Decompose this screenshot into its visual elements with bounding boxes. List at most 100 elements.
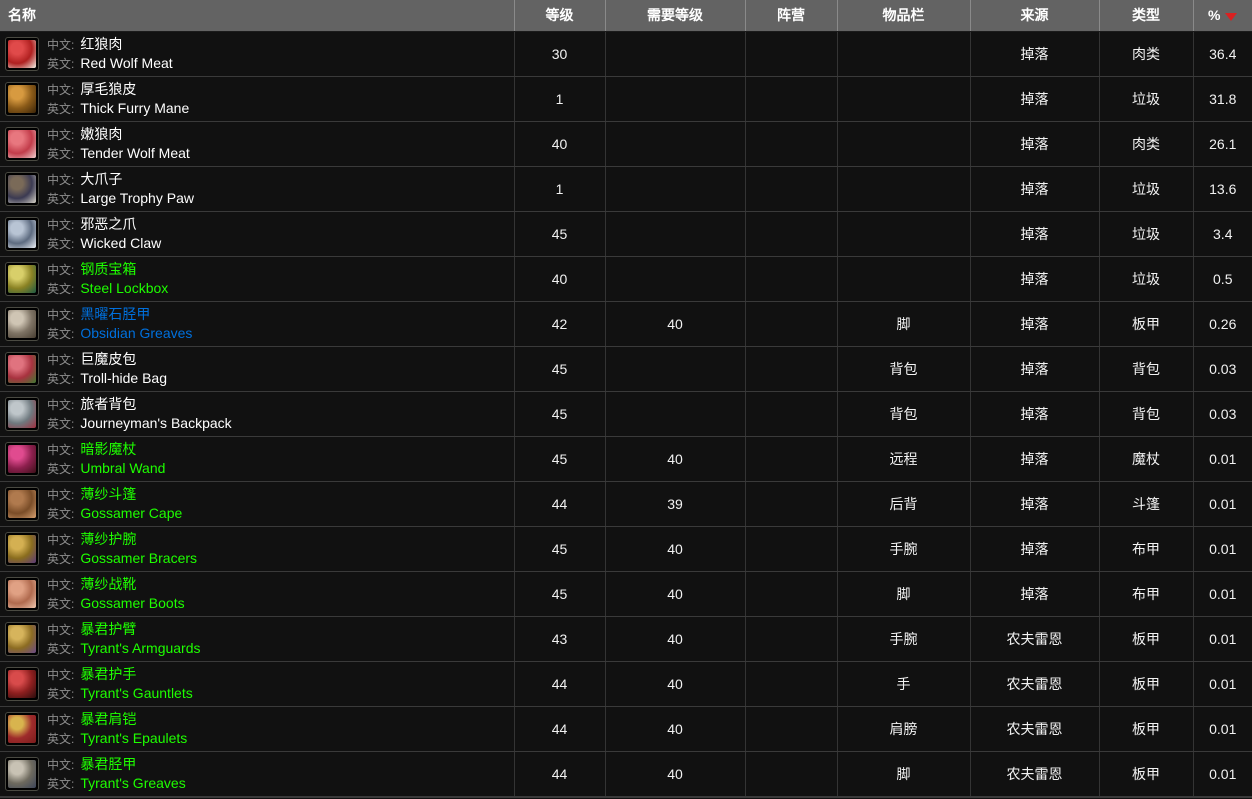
column-header-required-level[interactable]: 需要等级 xyxy=(605,0,746,32)
item-name-english[interactable]: Red Wolf Meat xyxy=(80,54,172,73)
table-row[interactable]: 中文: 嫩狼肉 英文: Tender Wolf Meat 40 掉落 肉类 26.1 xyxy=(0,121,1252,167)
cell-item-name[interactable]: 中文: 暴君护手 英文: Tyrant's Gauntlets xyxy=(0,661,515,707)
cell-item-name[interactable]: 中文: 厚毛狼皮 英文: Thick Furry Mane xyxy=(0,76,515,122)
table-row[interactable]: 中文: 大爪子 英文: Large Trophy Paw 1 掉落 垃圾 13.6 xyxy=(0,166,1252,212)
thick-furry-mane-icon[interactable] xyxy=(5,81,39,116)
item-name-english[interactable]: Umbral Wand xyxy=(80,459,165,478)
item-name-chinese[interactable]: 薄纱战靴 xyxy=(80,575,136,594)
item-name-chinese[interactable]: 大爪子 xyxy=(80,170,122,189)
gossamer-cape-icon[interactable] xyxy=(5,486,39,521)
item-name-english[interactable]: Tyrant's Epaulets xyxy=(80,729,187,748)
cell-item-name[interactable]: 中文: 旅者背包 英文: Journeyman's Backpack xyxy=(0,391,515,437)
cell-slot xyxy=(837,121,971,167)
item-name-english[interactable]: Obsidian Greaves xyxy=(80,324,192,343)
column-header-source[interactable]: 来源 xyxy=(970,0,1100,32)
cell-slot: 脚 xyxy=(837,301,971,347)
tyrants-greaves-icon[interactable] xyxy=(5,756,39,791)
item-name-chinese[interactable]: 暴君护手 xyxy=(80,665,136,684)
cell-item-name[interactable]: 中文: 薄纱护腕 英文: Gossamer Bracers xyxy=(0,526,515,572)
table-row[interactable]: 中文: 邪恶之爪 英文: Wicked Claw 45 掉落 垃圾 3.4 xyxy=(0,211,1252,257)
tyrants-gauntlets-icon[interactable] xyxy=(5,666,39,701)
item-name-english[interactable]: Large Trophy Paw xyxy=(80,189,194,208)
gossamer-bracers-icon[interactable] xyxy=(5,531,39,566)
cell-source: 农夫雷恩 xyxy=(970,751,1100,797)
item-name-chinese[interactable]: 旅者背包 xyxy=(80,395,136,414)
large-trophy-paw-icon[interactable] xyxy=(5,171,39,206)
table-row[interactable]: 中文: 钢质宝箱 英文: Steel Lockbox 40 掉落 垃圾 0.5 xyxy=(0,256,1252,302)
cell-item-name[interactable]: 中文: 邪恶之爪 英文: Wicked Claw xyxy=(0,211,515,257)
table-row[interactable]: 中文: 巨魔皮包 英文: Troll-hide Bag 45 背包 掉落 背包 0.03 xyxy=(0,346,1252,392)
cell-item-name[interactable]: 中文: 大爪子 英文: Large Trophy Paw xyxy=(0,166,515,212)
journeymans-backpack-icon[interactable] xyxy=(5,396,39,431)
tender-wolf-meat-icon[interactable] xyxy=(5,126,39,161)
obsidian-greaves-icon[interactable] xyxy=(5,306,39,341)
item-name-english[interactable]: Journeyman's Backpack xyxy=(80,414,231,433)
item-name-chinese[interactable]: 黑曜石胫甲 xyxy=(80,305,150,324)
column-header-level[interactable]: 等级 xyxy=(514,0,606,32)
item-name-english[interactable]: Gossamer Bracers xyxy=(80,549,197,568)
item-name-chinese[interactable]: 暴君肩铠 xyxy=(80,710,136,729)
table-row[interactable]: 中文: 暴君胫甲 英文: Tyrant's Greaves 44 40 脚农夫雷恩 板甲 0.0… xyxy=(0,751,1252,797)
item-name-chinese[interactable]: 薄纱斗篷 xyxy=(80,485,136,504)
umbral-wand-icon[interactable] xyxy=(5,441,39,476)
cell-item-name[interactable]: 中文: 钢质宝箱 英文: Steel Lockbox xyxy=(0,256,515,302)
table-row[interactable]: 中文: 红狼肉 英文: Red Wolf Meat 30 掉落 肉类 36.4 xyxy=(0,31,1252,77)
table-row[interactable]: 中文: 旅者背包 英文: Journeyman's Backpack 45 背包 掉落 背包 0… xyxy=(0,391,1252,437)
item-name-chinese[interactable]: 薄纱护腕 xyxy=(80,530,136,549)
item-name-chinese[interactable]: 暗影魔杖 xyxy=(80,440,136,459)
column-header-slot[interactable]: 物品栏 xyxy=(837,0,971,32)
item-name-english[interactable]: Troll-hide Bag xyxy=(80,369,167,388)
column-header-faction[interactable]: 阵营 xyxy=(745,0,838,32)
item-name-english[interactable]: Steel Lockbox xyxy=(80,279,168,298)
cell-type: 肉类 xyxy=(1099,31,1194,77)
table-row[interactable]: 中文: 暴君肩铠 英文: Tyrant's Epaulets 44 40 肩膀 农夫雷恩 板甲 0… xyxy=(0,706,1252,752)
item-name-chinese[interactable]: 红狼肉 xyxy=(80,35,122,54)
item-name-wrapper: 中文: 黑曜石胫甲 英文: Obsidian Greaves xyxy=(5,305,514,343)
item-name-chinese[interactable]: 巨魔皮包 xyxy=(80,350,136,369)
table-row[interactable]: 中文: 暗影魔杖 英文: Umbral Wand 45 40 远程 掉落 魔杖 0.01 xyxy=(0,436,1252,482)
cell-item-name[interactable]: 中文: 暗影魔杖 英文: Umbral Wand xyxy=(0,436,515,482)
table-row[interactable]: 中文: 厚毛狼皮 英文: Thick Furry Mane 1 掉落 垃圾 31.8 xyxy=(0,76,1252,122)
item-name-chinese[interactable]: 厚毛狼皮 xyxy=(80,80,136,99)
cell-item-name[interactable]: 中文: 暴君肩铠 英文: Tyrant's Epaulets xyxy=(0,706,515,752)
item-name-english[interactable]: Tyrant's Armguards xyxy=(80,639,200,658)
column-header-percent[interactable]: % xyxy=(1193,0,1252,32)
table-row[interactable]: 中文: 薄纱斗篷 英文: Gossamer Cape 44 39 后背 掉落 斗篷 0.01 xyxy=(0,481,1252,527)
red-wolf-meat-icon[interactable] xyxy=(5,36,39,71)
column-header-type[interactable]: 类型 xyxy=(1099,0,1194,32)
cell-item-name[interactable]: 中文: 嫩狼肉 英文: Tender Wolf Meat xyxy=(0,121,515,167)
troll-hide-bag-icon[interactable] xyxy=(5,351,39,386)
cell-item-name[interactable]: 中文: 暴君护臂 英文: Tyrant's Armguards xyxy=(0,616,515,662)
cell-item-name[interactable]: 中文: 红狼肉 英文: Red Wolf Meat xyxy=(0,31,515,77)
table-row[interactable]: 中文: 暴君护臂 英文: Tyrant's Armguards 43 40 手腕 农夫雷恩 板甲… xyxy=(0,616,1252,662)
wicked-claw-icon[interactable] xyxy=(5,216,39,251)
item-name-english[interactable]: Tyrant's Greaves xyxy=(80,774,185,793)
item-name-english[interactable]: Gossamer Boots xyxy=(80,594,184,613)
table-row[interactable]: 中文: 暴君护手 英文: Tyrant's Gauntlets 44 40 手农夫雷恩 板甲 0… xyxy=(0,661,1252,707)
item-icon-art xyxy=(8,174,36,203)
item-name-english[interactable]: Thick Furry Mane xyxy=(80,99,189,118)
item-name-chinese[interactable]: 钢质宝箱 xyxy=(80,260,136,279)
tyrants-epaulets-icon[interactable] xyxy=(5,711,39,746)
item-name-chinese[interactable]: 嫩狼肉 xyxy=(80,125,122,144)
item-name-chinese[interactable]: 暴君胫甲 xyxy=(80,755,136,774)
table-row[interactable]: 中文: 薄纱护腕 英文: Gossamer Bracers 45 40 手腕 掉落 布甲 0.01 xyxy=(0,526,1252,572)
cell-level: 43 xyxy=(514,616,606,662)
table-row[interactable]: 中文: 薄纱战靴 英文: Gossamer Boots 45 40 脚掉落 布甲 0.01 xyxy=(0,571,1252,617)
item-name-chinese[interactable]: 暴君护臂 xyxy=(80,620,136,639)
cell-item-name[interactable]: 中文: 薄纱战靴 英文: Gossamer Boots xyxy=(0,571,515,617)
item-name-chinese[interactable]: 邪恶之爪 xyxy=(80,215,136,234)
cell-item-name[interactable]: 中文: 暴君胫甲 英文: Tyrant's Greaves xyxy=(0,751,515,797)
item-name-english[interactable]: Tyrant's Gauntlets xyxy=(80,684,192,703)
gossamer-boots-icon[interactable] xyxy=(5,576,39,611)
table-row[interactable]: 中文: 黑曜石胫甲 英文: Obsidian Greaves 42 40 脚掉落 板甲 0.26 xyxy=(0,301,1252,347)
item-name-english[interactable]: Gossamer Cape xyxy=(80,504,182,523)
item-name-english[interactable]: Tender Wolf Meat xyxy=(80,144,189,163)
steel-lockbox-icon[interactable] xyxy=(5,261,39,296)
cell-item-name[interactable]: 中文: 黑曜石胫甲 英文: Obsidian Greaves xyxy=(0,301,515,347)
tyrants-armguards-icon[interactable] xyxy=(5,621,39,656)
column-header-name[interactable]: 名称 xyxy=(0,0,515,32)
cell-item-name[interactable]: 中文: 薄纱斗篷 英文: Gossamer Cape xyxy=(0,481,515,527)
item-name-english[interactable]: Wicked Claw xyxy=(80,234,161,253)
cell-item-name[interactable]: 中文: 巨魔皮包 英文: Troll-hide Bag xyxy=(0,346,515,392)
